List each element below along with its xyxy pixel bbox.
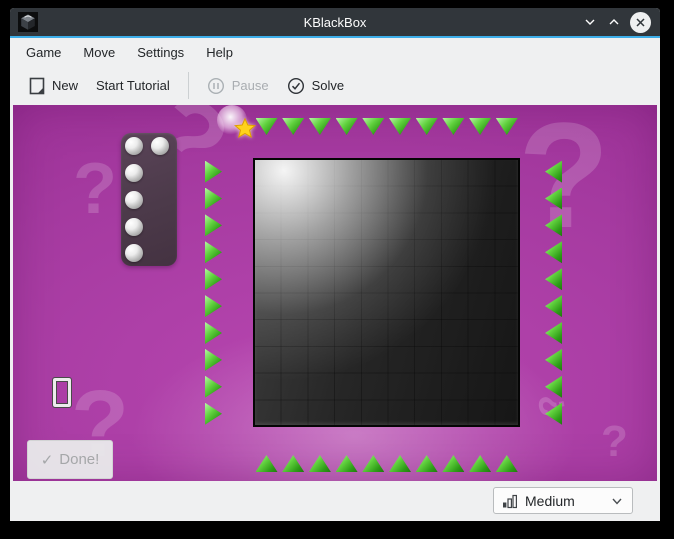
- new-document-icon: [29, 77, 45, 94]
- laser-arrow-right-5[interactable]: [545, 268, 562, 291]
- done-button[interactable]: ✓ Done!: [27, 440, 113, 479]
- laser-arrow-left-3[interactable]: [205, 214, 222, 237]
- toolbar-separator: [187, 72, 189, 99]
- solve-button[interactable]: Solve: [278, 71, 354, 101]
- laser-arrow-left-5[interactable]: [205, 268, 222, 291]
- laser-arrow-right-8[interactable]: [545, 348, 562, 371]
- laser-arrow-top-1[interactable]: [255, 118, 278, 135]
- laser-arrow-top-9[interactable]: [469, 118, 492, 135]
- laser-arrow-bottom-10[interactable]: [495, 455, 518, 472]
- laser-arrow-top-8[interactable]: [442, 118, 465, 135]
- pause-button[interactable]: Pause: [198, 71, 278, 101]
- laser-arrow-left-9[interactable]: [205, 375, 222, 398]
- maximize-icon[interactable]: [606, 14, 622, 30]
- done-button-label: Done!: [59, 451, 100, 468]
- ball-2[interactable]: [151, 137, 169, 155]
- laser-arrow-top-3[interactable]: [308, 118, 331, 135]
- titlebar[interactable]: KBlackBox: [10, 8, 660, 36]
- laser-arrow-bottom-1[interactable]: [255, 455, 278, 472]
- toolbar: New Start Tutorial Pause Solve: [10, 66, 660, 105]
- ball-1[interactable]: [125, 137, 143, 155]
- check-circle-icon: [287, 77, 304, 94]
- laser-arrow-bottom-3[interactable]: [308, 455, 331, 472]
- laser-arrow-right-9[interactable]: [545, 375, 562, 398]
- question-mark-decoration-5: ?: [601, 417, 628, 466]
- laser-arrow-right-7[interactable]: [545, 322, 562, 344]
- laser-arrow-top-7[interactable]: [415, 118, 438, 135]
- new-button-label: New: [52, 78, 79, 93]
- laser-arrow-bottom-7[interactable]: [415, 455, 438, 472]
- laser-arrow-top-10[interactable]: [495, 118, 518, 135]
- laser-arrow-right-10[interactable]: [545, 402, 562, 425]
- ball-6[interactable]: [125, 244, 143, 262]
- pause-button-label: Pause: [231, 78, 269, 93]
- laser-arrow-bottom-6[interactable]: [389, 455, 411, 472]
- laser-arrow-top-2[interactable]: [282, 118, 305, 135]
- difficulty-value: Medium: [525, 492, 575, 509]
- menu-item-game[interactable]: Game: [15, 41, 72, 64]
- done-check-glyph: ✓: [40, 451, 54, 469]
- laser-arrow-left-1[interactable]: [205, 160, 222, 183]
- laser-arrow-left-7[interactable]: [205, 322, 222, 344]
- difficulty-select[interactable]: Medium: [493, 487, 633, 514]
- laser-arrow-right-1[interactable]: [545, 160, 562, 183]
- kblackbox-app-icon: [18, 12, 38, 32]
- laser-arrow-left-8[interactable]: [205, 348, 222, 371]
- laser-arrow-left-6[interactable]: [205, 295, 222, 318]
- pause-icon: [207, 77, 224, 94]
- game-area: ?????? ✓ Done!: [13, 105, 657, 481]
- solve-button-label: Solve: [311, 78, 345, 93]
- ball-3[interactable]: [125, 164, 143, 182]
- laser-arrow-left-2[interactable]: [205, 187, 222, 210]
- menubar: Game Move Settings Help: [10, 38, 660, 66]
- laser-arrow-bottom-4[interactable]: [335, 455, 358, 472]
- star-marker-icon: [234, 118, 256, 139]
- question-mark-decoration-3: ?: [518, 105, 610, 259]
- tile-marker-rect: [52, 377, 72, 408]
- difficulty-bars-icon: [503, 494, 518, 508]
- laser-arrow-right-3[interactable]: [545, 214, 562, 237]
- app-window: KBlackBox Game Move Settings Help New St…: [10, 8, 660, 521]
- laser-arrow-right-2[interactable]: [545, 187, 562, 210]
- start-tutorial-label: Start Tutorial: [96, 78, 170, 93]
- ball-5[interactable]: [125, 218, 143, 236]
- start-tutorial-button[interactable]: Start Tutorial: [87, 71, 179, 101]
- laser-arrow-left-4[interactable]: [205, 241, 222, 264]
- menu-item-help[interactable]: Help: [195, 41, 244, 64]
- laser-arrow-top-4[interactable]: [335, 118, 358, 135]
- window-title: KBlackBox: [303, 14, 367, 30]
- laser-arrow-bottom-8[interactable]: [442, 455, 465, 472]
- ball-4[interactable]: [125, 191, 143, 209]
- new-button[interactable]: New: [20, 71, 87, 101]
- laser-arrow-bottom-5[interactable]: [362, 455, 385, 472]
- laser-arrow-right-4[interactable]: [545, 241, 562, 264]
- laser-arrow-right-6[interactable]: [545, 295, 562, 318]
- blackbox-board[interactable]: [253, 158, 520, 427]
- menu-item-move[interactable]: Move: [72, 41, 126, 64]
- chevron-down-icon: [612, 498, 622, 505]
- laser-arrow-left-10[interactable]: [205, 402, 222, 425]
- statusbar: Medium: [10, 481, 660, 521]
- close-icon[interactable]: [630, 11, 651, 33]
- menu-item-settings[interactable]: Settings: [126, 41, 195, 64]
- question-mark-decoration-1: ?: [73, 149, 117, 229]
- laser-arrow-top-5[interactable]: [362, 118, 385, 135]
- minimize-icon[interactable]: [582, 14, 598, 30]
- laser-arrow-bottom-9[interactable]: [469, 455, 492, 472]
- laser-arrow-bottom-2[interactable]: [282, 455, 305, 472]
- laser-arrow-top-6[interactable]: [389, 118, 411, 135]
